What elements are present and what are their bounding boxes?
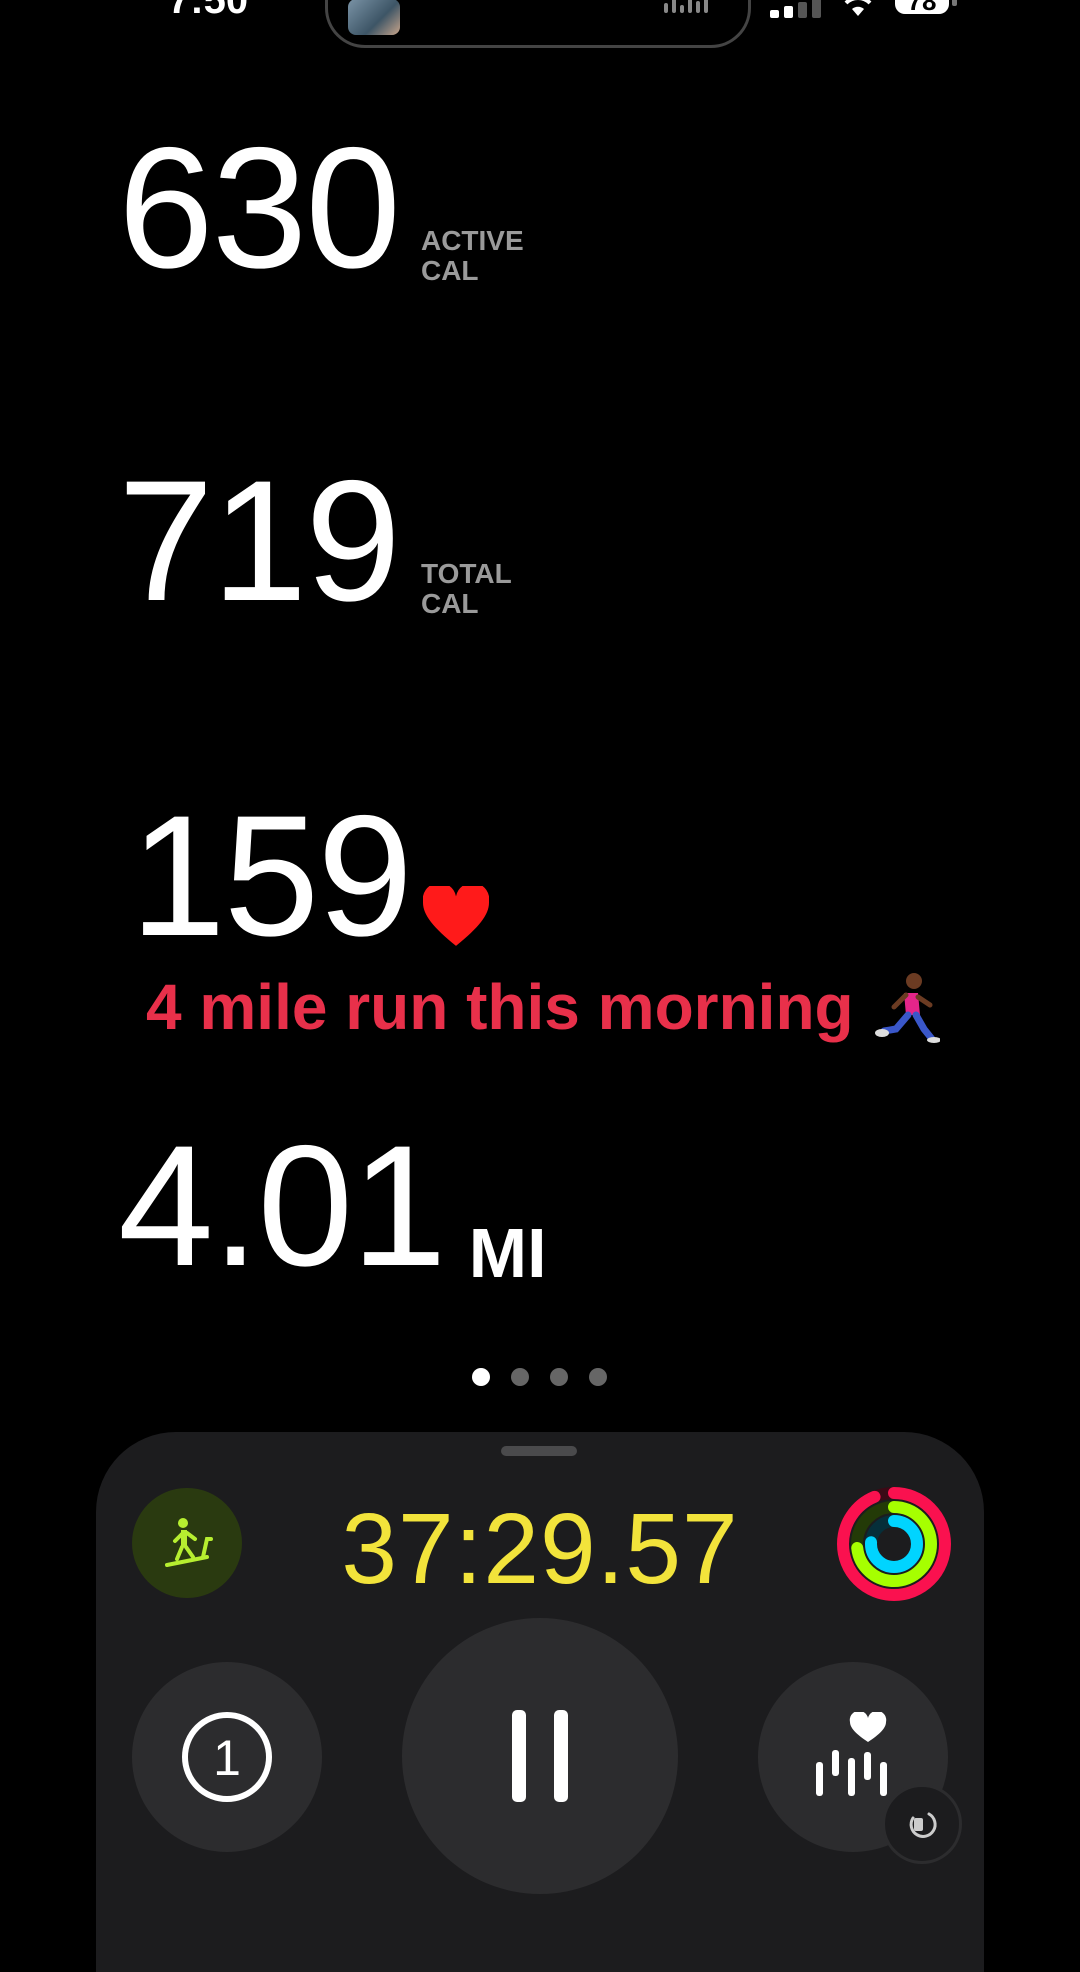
segment-icon: 1 bbox=[182, 1712, 272, 1802]
heart-icon bbox=[422, 886, 489, 946]
active-calories-metric: 630 ACTIVE CAL bbox=[118, 122, 524, 294]
wifi-icon bbox=[844, 0, 872, 16]
unit-line: CAL bbox=[420, 588, 479, 619]
unit-line: ACTIVE bbox=[420, 225, 524, 256]
activity-rings-icon[interactable] bbox=[836, 1486, 952, 1602]
distance-unit: MI bbox=[468, 1214, 547, 1292]
page-indicator[interactable] bbox=[472, 1368, 607, 1386]
now-playing-thumbnail bbox=[348, 0, 400, 35]
active-calories-unit: ACTIVE CAL bbox=[421, 226, 524, 294]
battery-tip bbox=[952, 0, 957, 6]
watch-switch-icon bbox=[909, 1812, 937, 1838]
heart-rate-value: 159 bbox=[130, 780, 413, 972]
distance-metric: 4.01 MI bbox=[118, 1120, 547, 1292]
unit-line: CAL bbox=[420, 255, 479, 286]
total-calories-value: 719 bbox=[118, 445, 401, 637]
watch-switch-button[interactable] bbox=[882, 1784, 962, 1864]
page-dot[interactable] bbox=[589, 1368, 607, 1386]
sheet-grabber[interactable] bbox=[501, 1446, 577, 1456]
page-dot[interactable] bbox=[472, 1368, 490, 1386]
active-calories-value: 630 bbox=[118, 112, 401, 304]
workout-caption: 4 mile run this morning bbox=[146, 970, 940, 1044]
runner-icon bbox=[874, 973, 940, 1043]
battery-indicator: 78 bbox=[895, 0, 949, 16]
distance-value: 4.01 bbox=[118, 1110, 447, 1302]
unit-line: TOTAL bbox=[420, 558, 512, 589]
cellular-signal-icon bbox=[770, 0, 821, 18]
total-calories-metric: 719 TOTAL CAL bbox=[118, 455, 512, 627]
total-calories-unit: TOTAL CAL bbox=[421, 559, 512, 627]
page-dot[interactable] bbox=[511, 1368, 529, 1386]
audio-wave-icon bbox=[664, 0, 708, 13]
workout-controls-sheet: 37:29.57 1 bbox=[96, 1432, 984, 1972]
page-dot[interactable] bbox=[550, 1368, 568, 1386]
heart-rate-zones-icon bbox=[816, 1712, 887, 1796]
status-time: 7:50 bbox=[168, 0, 249, 22]
segment-number: 1 bbox=[213, 1730, 241, 1786]
heart-rate-metric: 159 bbox=[130, 790, 489, 962]
dynamic-island[interactable] bbox=[325, 0, 751, 48]
caption-text: 4 mile run this morning bbox=[146, 971, 854, 1043]
pause-button[interactable] bbox=[402, 1618, 678, 1894]
pause-icon bbox=[512, 1710, 568, 1802]
segment-button[interactable]: 1 bbox=[132, 1662, 322, 1852]
